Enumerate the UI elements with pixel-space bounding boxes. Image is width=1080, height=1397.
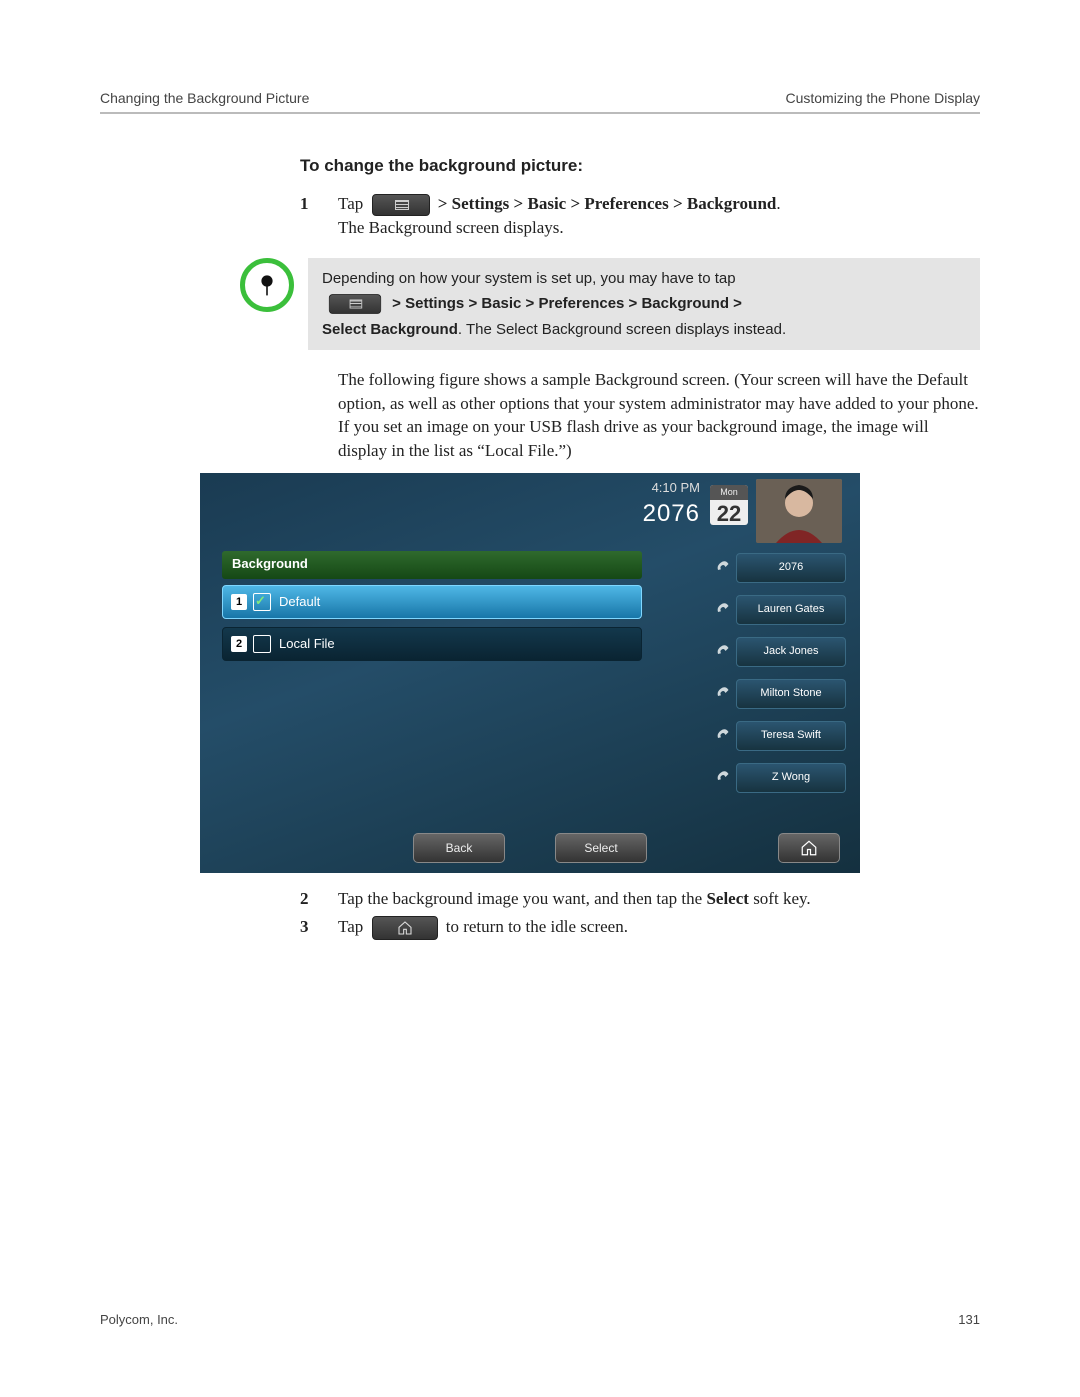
- back-softkey[interactable]: Back: [413, 833, 505, 863]
- list-label: Local File: [279, 635, 335, 653]
- calendar-date: 22: [710, 500, 748, 525]
- note-rest: . The Select Background screen displays …: [458, 321, 786, 338]
- figure-description: The following figure shows a sample Back…: [338, 368, 980, 463]
- contact-button[interactable]: Teresa Swift: [736, 721, 846, 751]
- note-line1: Depending on how your system is set up, …: [322, 268, 966, 289]
- header-right: Customizing the Phone Display: [785, 90, 980, 106]
- checkbox-icon: [253, 635, 271, 653]
- contact-button[interactable]: Jack Jones: [736, 637, 846, 667]
- pin-icon: [240, 258, 294, 312]
- list-item[interactable]: 1 Default: [222, 585, 642, 619]
- contact-label: Lauren Gates: [758, 602, 825, 617]
- menu-icon: [372, 194, 430, 216]
- line-key-icon: [715, 558, 733, 576]
- line-key-icon: [715, 726, 733, 744]
- header-left: Changing the Background Picture: [100, 90, 309, 106]
- line-key-icon: [715, 642, 733, 660]
- step-3-post: to return to the idle screen.: [446, 917, 628, 936]
- line-key-icon: [715, 600, 733, 618]
- contact-button[interactable]: Milton Stone: [736, 679, 846, 709]
- contact-label: Teresa Swift: [761, 728, 821, 743]
- menu-icon: [329, 294, 381, 314]
- list-label: Default: [279, 593, 320, 611]
- contact-label: 2076: [779, 560, 803, 575]
- contact-button[interactable]: Z Wong: [736, 763, 846, 793]
- contact-label: Z Wong: [772, 770, 810, 785]
- step-2-post: soft key.: [749, 889, 811, 908]
- calendar-widget[interactable]: Mon 22: [710, 485, 748, 525]
- screen-title: Background: [222, 551, 642, 579]
- step-3-number: 3: [300, 915, 338, 940]
- phone-time: 4:10 PM: [643, 479, 700, 497]
- contact-label: Milton Stone: [760, 686, 821, 701]
- checkbox-icon: [253, 593, 271, 611]
- section-title: To change the background picture:: [300, 154, 980, 178]
- contact-button[interactable]: 2076: [736, 553, 846, 583]
- home-softkey[interactable]: [778, 833, 840, 863]
- step-1-tap: Tap: [338, 194, 363, 213]
- contact-button[interactable]: Lauren Gates: [736, 595, 846, 625]
- home-icon: [372, 916, 438, 940]
- step-1-number: 1: [300, 192, 338, 240]
- contact-label: Jack Jones: [763, 644, 818, 659]
- step-1-period: .: [776, 194, 780, 213]
- step-2-number: 2: [300, 887, 338, 911]
- step-3-tap: Tap: [338, 917, 363, 936]
- step-2-bold: Select: [706, 889, 748, 908]
- phone-extension: 2076: [643, 497, 700, 531]
- calendar-dow: Mon: [710, 485, 748, 500]
- list-index: 1: [231, 594, 247, 610]
- phone-screenshot: 4:10 PM 2076 Mon 22 Background 1 Default 2…: [200, 473, 860, 873]
- note-bold2: Select Background: [322, 321, 458, 338]
- note-path: > Settings > Basic > Preferences > Backg…: [392, 295, 742, 312]
- note-box: Depending on how your system is set up, …: [308, 258, 980, 350]
- step-1-result: The Background screen displays.: [338, 216, 980, 240]
- list-index: 2: [231, 636, 247, 652]
- footer-company: Polycom, Inc.: [100, 1312, 178, 1327]
- step-2-pre: Tap the background image you want, and t…: [338, 889, 706, 908]
- list-item[interactable]: 2 Local File: [222, 627, 642, 661]
- avatar: [756, 479, 842, 543]
- step-1-path: > Settings > Basic > Preferences > Backg…: [438, 194, 777, 213]
- page-number: 131: [958, 1312, 980, 1327]
- line-key-icon: [715, 768, 733, 786]
- select-softkey[interactable]: Select: [555, 833, 647, 863]
- line-key-icon: [715, 684, 733, 702]
